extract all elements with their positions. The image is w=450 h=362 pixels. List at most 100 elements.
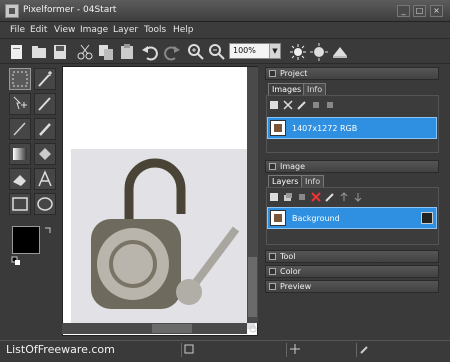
navigator-icon[interactable] [248,324,258,334]
layer-up-icon[interactable] [339,192,349,202]
move-icon [13,96,27,110]
tab-image-info[interactable]: Info [301,175,325,187]
vertical-scroll-thumb[interactable] [248,257,257,317]
swap-colors-icon[interactable] [43,226,53,236]
menu-image[interactable]: Image [80,25,108,35]
tool-panel-header[interactable]: Tool [265,250,439,263]
project-panel-header[interactable]: Project [265,67,439,80]
brush-tool[interactable] [34,93,56,115]
maximize-button[interactable]: □ [413,5,426,17]
color-panel-title: Color [280,267,301,276]
preview-panel-title: Preview [280,282,312,291]
brush-icon [38,97,51,111]
duplicate-layer-icon[interactable] [283,192,293,202]
tab-layers[interactable]: Layers [268,175,303,187]
project-panel-title: Project [280,69,308,78]
horizontal-scrollbar[interactable] [62,323,247,334]
text-tool[interactable] [34,168,56,190]
collapse-icon [269,163,276,170]
layer-visibility-icon[interactable] [421,212,433,224]
tool-panel-title: Tool [280,252,296,261]
cursor-position-icon [290,344,300,354]
eyedropper-icon [360,346,368,354]
window-title: Pixelformer - 04Start [23,5,117,15]
layer-properties-icon[interactable] [325,192,335,202]
paste-icon[interactable] [118,43,136,61]
default-colors-icon[interactable] [11,256,21,266]
horizontal-scroll-thumb[interactable] [152,324,192,333]
toolbar [0,38,450,64]
preview-panel-header[interactable]: Preview [265,280,439,293]
layer-down-icon[interactable] [353,192,363,202]
undo-icon[interactable] [141,43,159,61]
cut-icon[interactable] [76,43,94,61]
close-button[interactable]: × [430,5,443,17]
project-image-item[interactable]: 1407x1272 RGB [267,117,437,139]
app-icon [5,4,19,18]
menu-layer[interactable]: Layer [113,25,138,35]
eraser-tool[interactable] [9,168,31,190]
vertical-scrollbar[interactable] [247,67,258,323]
open-file-icon[interactable] [30,43,48,61]
redo-icon[interactable] [163,43,181,61]
gradient-tool[interactable] [9,143,31,165]
menu-edit[interactable]: Edit [30,25,47,35]
rect-select-tool[interactable] [9,68,31,90]
menu-file[interactable]: File [10,25,25,35]
image-thumbnail [270,120,286,136]
brightness-icon[interactable] [289,43,307,61]
zoom-out-icon[interactable] [208,43,226,61]
move-up-icon[interactable] [311,100,321,110]
save-icon[interactable] [51,43,69,61]
menu-view[interactable]: View [54,25,75,35]
image-item-label: 1407x1272 RGB [292,124,358,133]
tab-images[interactable]: Images [268,83,306,95]
menu-help[interactable]: Help [173,25,194,35]
expand-icon [269,283,276,290]
rectangle-icon [12,197,28,211]
title-bar: Pixelformer - 04Start _ □ × [0,0,450,22]
fill-tool[interactable] [34,143,56,165]
new-layer-icon[interactable] [269,192,279,202]
image-panel-header[interactable]: Image [265,160,439,173]
selection-size-icon [184,344,194,354]
image-panel-title: Image [280,162,306,171]
new-image-icon[interactable] [269,100,279,110]
layer-item-background[interactable]: Background [267,207,437,229]
zoom-value: 100% [233,46,256,55]
magic-wand-tool[interactable] [34,68,56,90]
move-tool[interactable] [9,93,31,115]
smudge-tool[interactable] [34,118,56,140]
watermark: ListOfFreeware.com [6,343,115,356]
menu-bar: File Edit View Image Layer Tools Help [0,22,450,38]
ellipse-tool[interactable] [34,193,56,215]
status-separator [181,343,182,357]
magic-wand-icon [38,71,52,87]
color-panel-header[interactable]: Color [265,265,439,278]
rectangle-tool[interactable] [9,193,31,215]
properties-icon[interactable] [297,100,307,110]
eraser-icon [13,175,26,186]
move-down-icon[interactable] [325,100,335,110]
pencil-tool[interactable] [9,118,31,140]
chevron-down-icon[interactable]: ▼ [269,44,280,58]
menu-tools[interactable]: Tools [144,25,166,35]
sun-icon[interactable] [310,43,328,61]
minimize-button[interactable]: _ [397,5,410,17]
flatten-icon[interactable] [331,43,349,61]
smudge-icon [39,123,51,136]
tab-info[interactable]: Info [303,83,327,95]
delete-icon[interactable] [283,100,293,110]
marquee-icon [12,71,28,87]
new-file-icon[interactable] [8,43,26,61]
canvas[interactable] [62,66,258,336]
foreground-color-swatch[interactable] [12,226,40,254]
expand-icon [269,253,276,260]
delete-layer-icon[interactable] [311,192,321,202]
copy-icon[interactable] [97,43,115,61]
zoom-in-icon[interactable] [187,43,205,61]
ellipse-icon [37,197,53,211]
merge-layer-icon[interactable] [297,192,307,202]
status-separator [286,343,287,357]
zoom-select[interactable]: 100% ▼ [229,43,281,59]
